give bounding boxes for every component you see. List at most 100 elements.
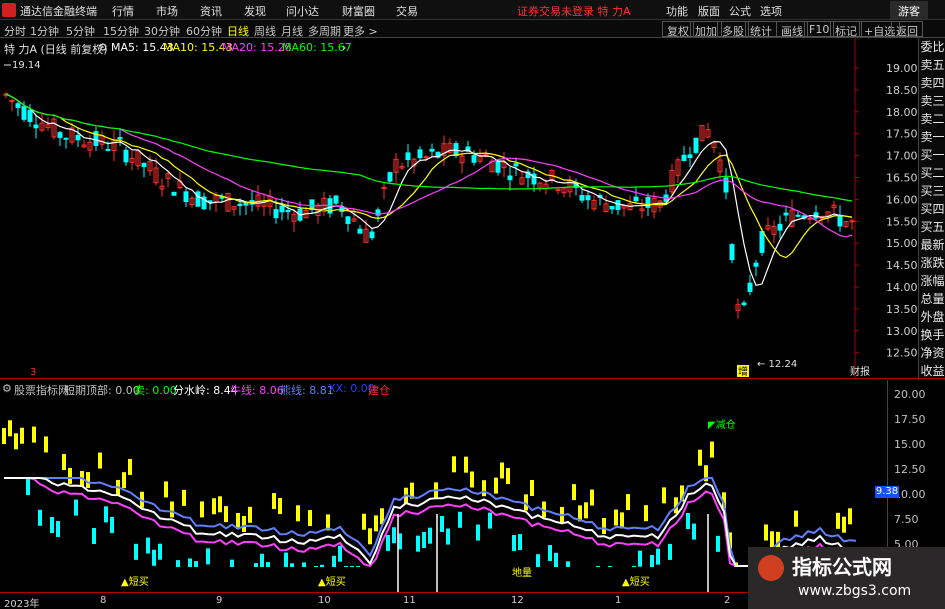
indicator-bar [158, 543, 162, 560]
candle-body [57, 132, 63, 138]
sidebar-item[interactable]: 卖五 [919, 56, 945, 74]
indicator-bar [296, 505, 300, 522]
menu-item-trade[interactable]: 交易 [396, 3, 418, 19]
candle-body [285, 209, 291, 213]
low-price-label: ← 12.24 [757, 359, 797, 370]
period-monthly[interactable]: 月线 [281, 23, 303, 39]
sidebar-item[interactable]: 净资 [919, 344, 945, 362]
sidebar-item[interactable]: 总量 [919, 290, 945, 308]
sidebar-item[interactable]: 卖一 [919, 128, 945, 146]
period-60min[interactable]: 60分钟 [186, 23, 222, 39]
sidebar-item[interactable]: 最新 [919, 236, 945, 254]
candle-body [21, 106, 27, 120]
period-15min[interactable]: 15分钟 [103, 23, 139, 39]
sidebar-item[interactable]: 涨跌 [919, 254, 945, 272]
price-tick-label: 12.50 [886, 347, 917, 360]
candle-body [585, 195, 591, 201]
sidebar-item[interactable]: 涨幅 [919, 272, 945, 290]
menu-item-markets[interactable]: 市场 [156, 3, 178, 19]
indicator-bar [608, 566, 612, 567]
sidebar-item[interactable]: 买五 [919, 218, 945, 236]
menu-item-layout[interactable]: 版面 [698, 3, 720, 19]
indicator-bar [500, 462, 504, 479]
period-weekly[interactable]: 周线 [254, 23, 276, 39]
period-intraday[interactable]: 分时 [4, 23, 26, 39]
menu-bar: 通达信金融终端 行情 市场 资讯 发现 问小达 财富圈 交易 证券交易未登录 特… [0, 0, 945, 20]
indicator-bar [494, 477, 498, 494]
indicator-bar [548, 544, 552, 561]
sidebar-item[interactable]: 卖二 [919, 110, 945, 128]
indicator-bar [458, 511, 462, 528]
indicator-bar [602, 518, 606, 535]
menu-item-wealth[interactable]: 财富圈 [342, 3, 375, 19]
indicator-bar [56, 520, 60, 537]
toolbar-mark[interactable]: 标记 [830, 21, 862, 38]
indicator-bar [572, 484, 576, 501]
price-tick-label: 15.50 [886, 215, 917, 228]
toolbar-back[interactable]: 返回 [891, 21, 923, 38]
sidebar-item[interactable]: 委比 [919, 38, 945, 56]
toolbar-stats[interactable]: 统计 [745, 21, 777, 38]
indicator-bar [842, 516, 846, 533]
event-badge[interactable]: 3 [30, 367, 36, 378]
guest-button[interactable]: 游客 [890, 1, 928, 19]
menu-item-formula[interactable]: 公式 [729, 3, 751, 19]
indicator-bar [44, 436, 48, 453]
watermark: 指标公式网 www.zbgs3.com [748, 547, 945, 609]
indicator-bar [32, 426, 36, 443]
price-chart[interactable]: 19.14← 12.243 增财报 [0, 38, 887, 378]
candle-body [75, 134, 81, 141]
indicator-settings-icon[interactable]: ⚙ [2, 382, 12, 395]
indicator-bar [512, 534, 516, 551]
indicator-bar [422, 531, 426, 548]
menu-item-discover[interactable]: 发现 [244, 3, 266, 19]
candle-body [63, 137, 69, 140]
indicator-bar [98, 452, 102, 469]
candle-body [453, 143, 459, 157]
menu-item-market[interactable]: 行情 [112, 3, 134, 19]
candle-body [837, 214, 843, 227]
buy-signal-label: ▲短买 [121, 575, 149, 588]
candle-body [471, 155, 477, 163]
price-tick-label: 18.50 [886, 84, 917, 97]
menu-item-ask[interactable]: 问小达 [286, 3, 319, 19]
indicator-bar [374, 515, 378, 532]
menu-item-options[interactable]: 选项 [760, 3, 782, 19]
period-multi[interactable]: 多周期 [308, 23, 341, 39]
period-daily[interactable]: 日线 [227, 23, 249, 39]
sidebar-item[interactable]: 买三 [919, 182, 945, 200]
candle-body [243, 202, 249, 206]
menu-item-news[interactable]: 资讯 [200, 3, 222, 19]
menu-item-function[interactable]: 功能 [666, 3, 688, 19]
candle-body [105, 148, 111, 151]
candle-body [681, 154, 687, 161]
period-5min[interactable]: 5分钟 [66, 23, 95, 39]
sidebar-item[interactable]: 卖四 [919, 74, 945, 92]
sidebar-item[interactable]: 换手 [919, 326, 945, 344]
indicator-bar [50, 516, 54, 533]
candle-body [417, 149, 423, 159]
period-more[interactable]: 更多 > [343, 23, 378, 39]
sidebar-item[interactable]: 买四 [919, 200, 945, 218]
indicator-bar [14, 433, 18, 450]
period-30min[interactable]: 30分钟 [144, 23, 180, 39]
app-logo-icon [2, 3, 16, 17]
period-1min[interactable]: 1分钟 [30, 23, 59, 39]
ma20-line [5, 93, 853, 238]
quote-sidebar: 委比 卖五 卖四 卖三 卖二 卖一 买一 买二 买三 买四 买五 最新 涨跌 涨幅 总量 外盘 换手 净资 收益 [918, 38, 945, 380]
indicator-bar [242, 516, 246, 533]
sidebar-item[interactable]: 买一 [919, 146, 945, 164]
date-tick-label: 8 [100, 595, 107, 606]
candle-body [27, 109, 33, 122]
candle-body [333, 195, 339, 204]
sidebar-item[interactable]: 外盘 [919, 308, 945, 326]
indicator-bar [260, 553, 264, 567]
indicator-bar [200, 501, 204, 518]
watermark-title: 指标公式网 [792, 555, 892, 579]
indicator-bar [794, 510, 798, 527]
candle-body [357, 228, 363, 234]
candle-body [195, 191, 201, 207]
sidebar-item[interactable]: 卖三 [919, 92, 945, 110]
candle-body [273, 209, 279, 219]
sidebar-item[interactable]: 买二 [919, 164, 945, 182]
